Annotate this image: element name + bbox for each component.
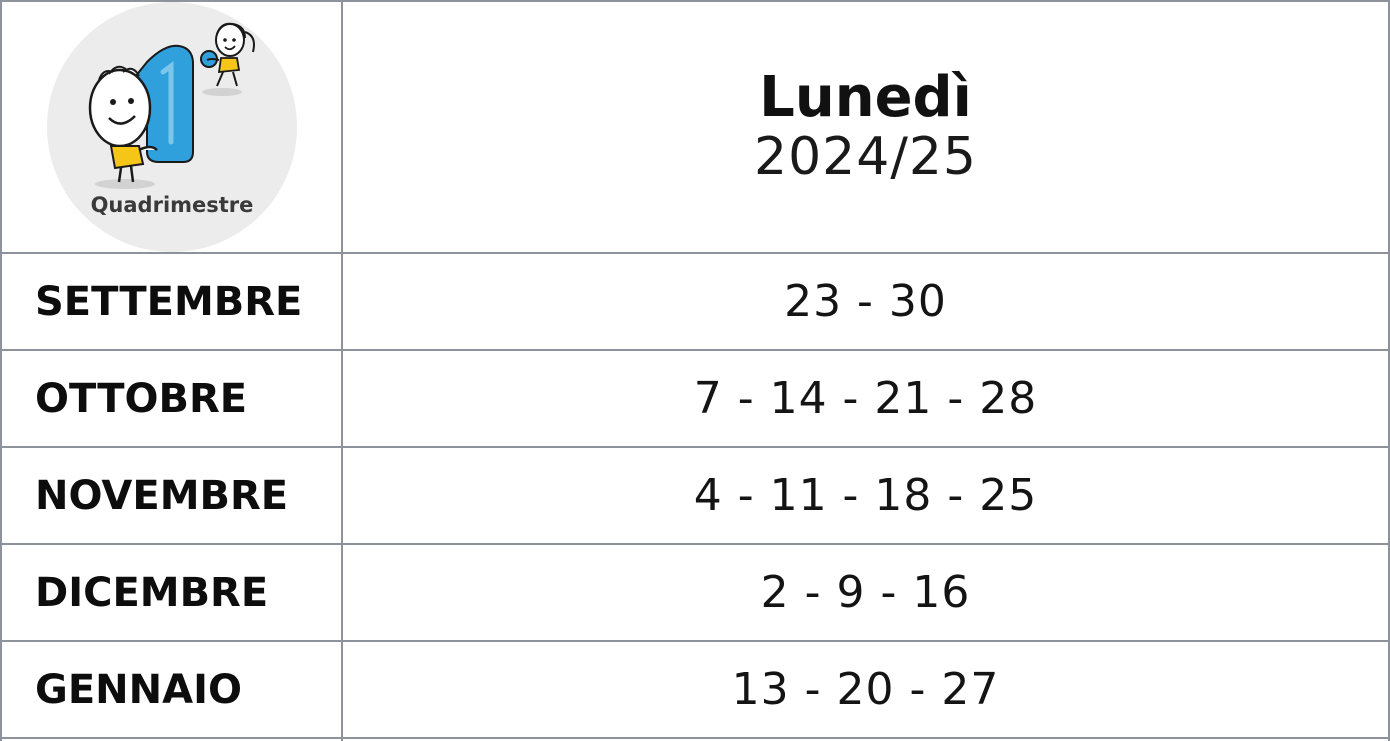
quadrimestre-logo: Quadrimestre bbox=[47, 2, 297, 252]
first-quadrimester-illustration: Quadrimestre bbox=[47, 2, 297, 252]
school-year: 2024/25 bbox=[753, 127, 978, 187]
table-border-bottom bbox=[0, 737, 1390, 739]
table-row: NOVEMBRE 4 - 11 - 18 - 25 bbox=[0, 448, 1390, 543]
calendar-table: Quadrimestre Lunedì 2024/25 SETTEMBRE 23… bbox=[0, 0, 1390, 741]
title-block: Lunedì 2024/25 bbox=[343, 2, 1388, 252]
month-label: NOVEMBRE bbox=[35, 472, 289, 519]
shadow-left bbox=[95, 179, 155, 189]
table-row: GENNAIO 13 - 20 - 27 bbox=[0, 642, 1390, 737]
days-cell: 4 - 11 - 18 - 25 bbox=[693, 470, 1038, 521]
table-row: SETTEMBRE 23 - 30 bbox=[0, 254, 1390, 349]
month-label: SETTEMBRE bbox=[35, 278, 303, 325]
month-label: OTTOBRE bbox=[35, 375, 248, 422]
kid-left-head bbox=[88, 68, 152, 148]
logo-caption: Quadrimestre bbox=[91, 193, 254, 217]
table-row: OTTOBRE 7 - 14 - 21 - 28 bbox=[0, 351, 1390, 446]
days-cell: 2 - 9 - 16 bbox=[760, 567, 971, 618]
page-title-day: Lunedì bbox=[759, 65, 972, 130]
shadow-right bbox=[202, 88, 242, 96]
days-cell: 23 - 30 bbox=[784, 276, 947, 327]
days-cell: 7 - 14 - 21 - 28 bbox=[693, 373, 1038, 424]
days-cell: 13 - 20 - 27 bbox=[731, 664, 1000, 715]
table-row: DICEMBRE 2 - 9 - 16 bbox=[0, 545, 1390, 640]
month-label: DICEMBRE bbox=[35, 569, 269, 616]
month-label: GENNAIO bbox=[35, 666, 242, 713]
